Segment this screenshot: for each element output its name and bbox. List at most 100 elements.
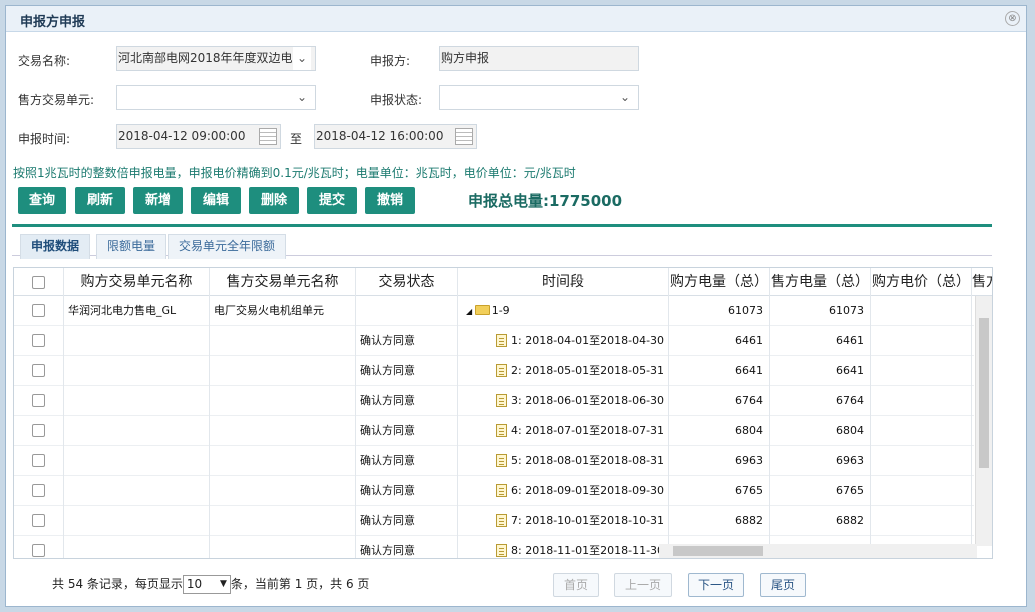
calendar-icon[interactable] — [455, 128, 473, 145]
row-select-cell[interactable] — [14, 446, 64, 476]
row-checkbox[interactable] — [32, 484, 45, 497]
table-row[interactable]: 确认方同意 3: 2018-06-01至2018-06-30 6764 6764 — [14, 386, 974, 416]
pager-prefix: 共 54 条记录，每页显示 — [52, 577, 183, 591]
buyer-price-cell — [871, 326, 972, 356]
next-page-button[interactable]: 下一页 — [688, 573, 744, 597]
period-cell: 3: 2018-06-01至2018-06-30 — [458, 386, 669, 416]
tab-unit-annual-quota[interactable]: 交易单元全年限额 — [168, 234, 287, 259]
buyer-price-cell — [871, 296, 972, 326]
row-select-cell[interactable] — [14, 356, 64, 386]
row-select-cell[interactable] — [14, 416, 64, 446]
seller-unit-label: 售方交易单元: — [18, 93, 95, 107]
row-select-cell[interactable] — [14, 476, 64, 506]
status-cell: 确认方同意 — [356, 386, 458, 416]
document-icon — [496, 484, 507, 497]
input-hint: 按照1兆瓦时的整数倍申报电量，申报电价精确到0.1元/兆瓦时；电量单位：兆瓦时，… — [13, 166, 576, 180]
declarer-value: 购方申报 — [441, 51, 490, 65]
period-text: 7: 2018-10-01至2018-10-31 — [511, 514, 665, 527]
refresh-button[interactable]: 刷新 — [75, 187, 125, 214]
status-cell: 确认方同意 — [356, 356, 458, 386]
document-icon — [496, 544, 507, 557]
trade-name-value: 河北南部电网2018年年度双边电力 — [118, 51, 305, 65]
time-label: 申报时间: — [18, 132, 71, 146]
row-checkbox[interactable] — [32, 454, 45, 467]
tab-quota[interactable]: 限额电量 — [96, 234, 167, 259]
delete-button[interactable]: 删除 — [249, 187, 299, 214]
seller-unit-select[interactable]: ⌄ — [116, 85, 316, 110]
col-period[interactable]: 时间段 — [458, 268, 669, 296]
buyer-price-cell — [871, 446, 972, 476]
query-button[interactable]: 查询 — [18, 187, 66, 214]
seller-unit-cell — [210, 446, 356, 476]
row-checkbox[interactable] — [32, 364, 45, 377]
tab-declare-data[interactable]: 申报数据 — [20, 234, 91, 259]
seller-qty-cell: 6764 — [770, 386, 871, 416]
row-select-cell[interactable] — [14, 326, 64, 356]
table-row[interactable]: 确认方同意 2: 2018-05-01至2018-05-31 6641 6641 — [14, 356, 974, 386]
period-cell: 8: 2018-11-01至2018-11-30 — [458, 536, 669, 558]
table-row[interactable]: 确认方同意 5: 2018-08-01至2018-08-31 6963 6963 — [14, 446, 974, 476]
seller-unit-cell — [210, 326, 356, 356]
row-select-cell[interactable] — [14, 536, 64, 558]
table-row[interactable]: 确认方同意 6: 2018-09-01至2018-09-30 6765 6765 — [14, 476, 974, 506]
page-size-select[interactable]: 10 ▼ — [182, 575, 231, 594]
row-checkbox[interactable] — [32, 514, 45, 527]
row-select-cell[interactable] — [14, 506, 64, 536]
seller-qty-cell: 61073 — [770, 296, 871, 326]
buyer-qty-cell: 6461 — [669, 326, 770, 356]
status-select[interactable]: ⌄ — [439, 85, 639, 110]
table-row[interactable]: 华润河北电力售电_GL 电厂交易火电机组单元 ◢ 1-9 61073 61073 — [14, 296, 974, 326]
col-buyer-price[interactable]: 购方电价（总） — [871, 268, 972, 296]
col-seller-unit[interactable]: 售方交易单元名称 — [210, 268, 356, 296]
table-row[interactable]: 确认方同意 4: 2018-07-01至2018-07-31 6804 6804 — [14, 416, 974, 446]
close-icon[interactable]: ⊗ — [1005, 11, 1020, 26]
document-icon — [496, 334, 507, 347]
table-row[interactable]: 确认方同意 1: 2018-04-01至2018-04-30 6461 6461 — [14, 326, 974, 356]
col-buyer-qty[interactable]: 购方电量（总） — [669, 268, 770, 296]
row-checkbox[interactable] — [32, 394, 45, 407]
col-buyer-unit[interactable]: 购方交易单元名称 — [64, 268, 210, 296]
time-to-input[interactable]: 2018-04-12 16:00:00 — [314, 124, 477, 149]
edit-button[interactable]: 编辑 — [191, 187, 241, 214]
horizontal-scrollbar[interactable] — [659, 544, 977, 558]
period-cell: 7: 2018-10-01至2018-10-31 — [458, 506, 669, 536]
col-seller-qty[interactable]: 售方电量（总） — [770, 268, 871, 296]
trade-name-select[interactable]: 河北南部电网2018年年度双边电力 ⌄ — [116, 46, 316, 71]
scroll-thumb[interactable] — [979, 318, 989, 468]
declarer-label: 申报方: — [370, 54, 411, 68]
table-row[interactable]: 确认方同意 7: 2018-10-01至2018-10-31 6882 6882 — [14, 506, 974, 536]
submit-button[interactable]: 提交 — [307, 187, 357, 214]
status-cell — [356, 296, 458, 326]
last-page-button[interactable]: 尾页 — [760, 573, 806, 597]
expand-toggle-icon[interactable]: ◢ — [466, 307, 475, 316]
first-page-button[interactable]: 首页 — [553, 573, 599, 597]
select-all-checkbox[interactable] — [32, 276, 45, 289]
revoke-button[interactable]: 撤销 — [365, 187, 415, 214]
row-checkbox[interactable] — [32, 334, 45, 347]
buyer-unit-cell — [64, 506, 210, 536]
status-cell: 确认方同意 — [356, 446, 458, 476]
row-select-cell[interactable] — [14, 296, 64, 326]
calendar-icon[interactable] — [259, 128, 277, 145]
vertical-scrollbar[interactable] — [975, 296, 992, 546]
document-icon — [496, 514, 507, 527]
add-button[interactable]: 新增 — [133, 187, 183, 214]
seller-unit-cell — [210, 506, 356, 536]
header-select-all[interactable] — [14, 268, 64, 296]
pager-suffix: 条，当前第 1 页，共 6 页 — [230, 577, 370, 591]
time-from-input[interactable]: 2018-04-12 09:00:00 — [116, 124, 281, 149]
seller-unit-cell: 电厂交易火电机组单元 — [210, 296, 356, 326]
row-checkbox[interactable] — [32, 304, 45, 317]
col-seller-price[interactable]: 售方 — [972, 268, 992, 296]
row-select-cell[interactable] — [14, 386, 64, 416]
status-cell: 确认方同意 — [356, 326, 458, 356]
period-text: 4: 2018-07-01至2018-07-31 — [511, 424, 665, 437]
buyer-unit-cell: 华润河北电力售电_GL — [64, 296, 210, 326]
row-checkbox[interactable] — [32, 544, 45, 557]
period-text: 8: 2018-11-01至2018-11-30 — [511, 544, 665, 557]
row-checkbox[interactable] — [32, 424, 45, 437]
scroll-thumb[interactable] — [673, 546, 763, 556]
prev-page-button[interactable]: 上一页 — [614, 573, 672, 597]
col-status[interactable]: 交易状态 — [356, 268, 458, 296]
data-grid: 购方交易单元名称 售方交易单元名称 交易状态 时间段 购方电量（总） 售方电量（… — [13, 267, 993, 559]
